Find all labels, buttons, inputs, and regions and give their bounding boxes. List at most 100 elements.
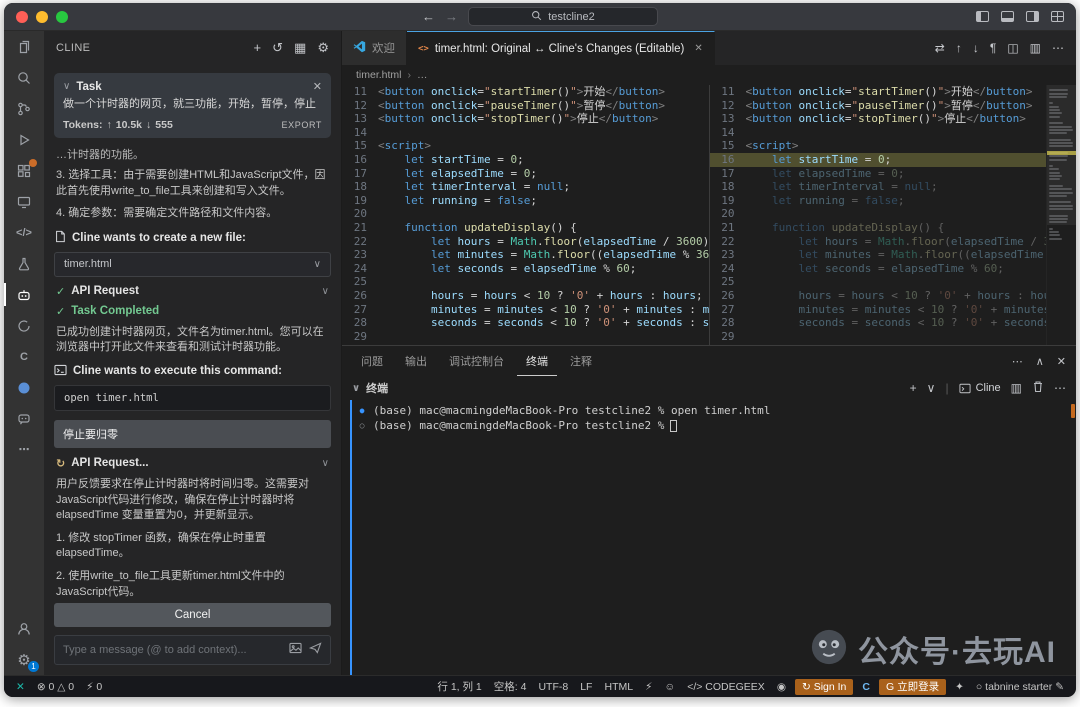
file-path-selector[interactable]: timer.html ∨ bbox=[54, 252, 331, 277]
breadcrumb-symbol[interactable]: … bbox=[417, 69, 428, 81]
breadcrumb[interactable]: timer.html › … bbox=[342, 65, 1076, 85]
panel-tab-调试控制台[interactable]: 调试控制台 bbox=[440, 346, 513, 376]
chat-robot-icon[interactable] bbox=[4, 403, 44, 434]
code-line[interactable]: 29 bbox=[342, 330, 709, 344]
code-line[interactable]: 11<button onclick="startTimer()">开始</but… bbox=[710, 85, 1077, 99]
remote-indicator[interactable]: ✕ bbox=[10, 676, 31, 698]
code-line[interactable]: 16 let startTime = 0; bbox=[710, 153, 1077, 167]
chevron-down-icon[interactable]: ∨ bbox=[63, 81, 70, 92]
api-request-row[interactable]: ✓ API Request ∨ bbox=[56, 285, 329, 298]
kill-terminal-icon[interactable] bbox=[1032, 380, 1044, 396]
minimize-window-button[interactable] bbox=[36, 11, 48, 23]
close-task-icon[interactable]: ✕ bbox=[313, 80, 322, 93]
code-line[interactable]: 14 bbox=[710, 126, 1077, 140]
more-actions-icon[interactable]: ⋯ bbox=[1052, 41, 1064, 55]
encoding[interactable]: UTF-8 bbox=[532, 676, 574, 698]
close-window-button[interactable] bbox=[16, 11, 28, 23]
code-line[interactable]: 23 let minutes = Math.floor((elapsedTime… bbox=[342, 248, 709, 262]
settings-gear-icon[interactable]: ⚙1 bbox=[4, 644, 44, 675]
gear-icon[interactable]: ⚙ bbox=[317, 40, 329, 56]
command-box[interactable]: open timer.html bbox=[54, 385, 331, 411]
feedback-smiley-icon[interactable]: ☺ bbox=[658, 676, 681, 698]
code-line[interactable]: 21 function updateDisplay() { bbox=[342, 221, 709, 235]
code-line[interactable]: 17 let elapsedTime = 0; bbox=[342, 167, 709, 181]
code-line[interactable]: 27 minutes = minutes < 10 ? '0' + minute… bbox=[342, 303, 709, 317]
new-terminal-icon[interactable]: + bbox=[910, 381, 917, 395]
command-decoration-icon[interactable]: ● bbox=[356, 403, 368, 418]
search-view-icon[interactable] bbox=[4, 62, 44, 93]
minimap[interactable] bbox=[1046, 85, 1076, 345]
panel-more-icon[interactable]: ⋯ bbox=[1012, 355, 1023, 368]
code-line[interactable]: 15<script> bbox=[342, 139, 709, 153]
assistant-icon[interactable]: ✦ bbox=[949, 676, 970, 698]
code-line[interactable]: 17 let elapsedTime = 0; bbox=[710, 167, 1077, 181]
code-line[interactable]: 24 let seconds = elapsedTime % 60; bbox=[710, 262, 1077, 276]
codegeex[interactable]: </> CODEGEEX bbox=[681, 676, 771, 698]
code-line[interactable]: 28 seconds = seconds < 10 ? '0' + second… bbox=[710, 316, 1077, 330]
diff-original-pane[interactable]: 11<button onclick="startTimer()">开始</but… bbox=[342, 85, 710, 345]
robot-icon[interactable]: ◉ bbox=[771, 676, 792, 698]
export-button[interactable]: EXPORT bbox=[282, 120, 322, 130]
command-decoration-icon[interactable]: ○ bbox=[356, 418, 368, 433]
message-input[interactable] bbox=[63, 644, 282, 656]
terminal-tab-cline[interactable]: Cline bbox=[959, 382, 1001, 394]
code-line[interactable]: 18 let timerInterval = null; bbox=[710, 180, 1077, 194]
code-line[interactable]: 26 hours = hours < 10 ? '0' + hours : ho… bbox=[710, 289, 1077, 303]
panel-tab-输出[interactable]: 输出 bbox=[396, 346, 436, 376]
source-control-icon[interactable] bbox=[4, 93, 44, 124]
terminal-dropdown-label[interactable]: 终端 bbox=[366, 380, 388, 396]
mcp-icon[interactable]: ▦ bbox=[294, 40, 306, 56]
code-line[interactable]: 19 let running = false; bbox=[710, 194, 1077, 208]
code-line[interactable]: 25 bbox=[710, 275, 1077, 289]
eol-sequence[interactable]: LF bbox=[574, 676, 598, 698]
api-request-running-row[interactable]: ↻ API Request... ∨ bbox=[56, 457, 329, 470]
code-line[interactable]: 26 hours = hours < 10 ? '0' + hours : ho… bbox=[342, 289, 709, 303]
continue-icon[interactable] bbox=[4, 310, 44, 341]
blue-dot-icon[interactable] bbox=[4, 372, 44, 403]
code-line[interactable]: 25 bbox=[342, 275, 709, 289]
ports[interactable]: ⚡ 0 bbox=[80, 676, 108, 698]
code-line[interactable]: 28 seconds = seconds < 10 ? '0' + second… bbox=[342, 316, 709, 330]
code-line[interactable]: 20 bbox=[710, 207, 1077, 221]
flask-icon[interactable] bbox=[4, 248, 44, 279]
code-line[interactable]: 14 bbox=[342, 126, 709, 140]
extensions-icon[interactable] bbox=[4, 155, 44, 186]
terminal-profile-chevron-icon[interactable]: ∨ bbox=[927, 381, 936, 395]
tab-diff-timer-html[interactable]: <> timer.html: Original ↔ Cline's Change… bbox=[407, 31, 715, 65]
sign-in[interactable]: ↻ Sign In bbox=[795, 679, 853, 695]
next-change-icon[interactable]: ↓ bbox=[973, 41, 979, 55]
cancel-button[interactable]: Cancel bbox=[54, 603, 331, 627]
code-line[interactable]: 16 let startTime = 0; bbox=[342, 153, 709, 167]
split-editor-icon[interactable]: ▥ bbox=[1030, 41, 1041, 55]
breadcrumb-file[interactable]: timer.html bbox=[356, 69, 402, 81]
login[interactable]: G 立即登录 bbox=[879, 679, 946, 695]
diff-modified-pane[interactable]: 11<button onclick="startTimer()">开始</but… bbox=[710, 85, 1077, 345]
back-icon[interactable]: ← bbox=[422, 9, 435, 24]
code-line[interactable]: 29 bbox=[710, 330, 1077, 344]
code-line[interactable]: 27 minutes = minutes < 10 ? '0' + minute… bbox=[710, 303, 1077, 317]
panel-tab-问题[interactable]: 问题 bbox=[352, 346, 392, 376]
zoom-window-button[interactable] bbox=[56, 11, 68, 23]
run-debug-icon[interactable] bbox=[4, 124, 44, 155]
code-line[interactable]: 15<script> bbox=[710, 139, 1077, 153]
forward-icon[interactable]: → bbox=[445, 9, 458, 24]
code-line[interactable]: 20 bbox=[342, 207, 709, 221]
toggle-panel-icon[interactable] bbox=[1001, 11, 1014, 22]
code-line[interactable]: 22 let hours = Math.floor(elapsedTime / … bbox=[342, 235, 709, 249]
code-line[interactable]: 22 let hours = Math.floor(elapsedTime / … bbox=[710, 235, 1077, 249]
toggle-secondary-sidebar-icon[interactable] bbox=[1026, 11, 1039, 22]
letter-c-icon[interactable]: C bbox=[4, 341, 44, 372]
problems[interactable]: ⊗ 0 △ 0 bbox=[31, 676, 80, 698]
previous-change-icon[interactable]: ↑ bbox=[956, 41, 962, 55]
cursor-position[interactable]: 行 1, 列 1 bbox=[431, 676, 487, 698]
letter-c[interactable]: C bbox=[856, 676, 876, 698]
whitespace-icon[interactable]: ¶ bbox=[990, 41, 996, 55]
terminal-scrollbar[interactable] bbox=[1067, 400, 1076, 675]
code-line[interactable]: 18 let timerInterval = null; bbox=[342, 180, 709, 194]
diff-editor[interactable]: 11<button onclick="startTimer()">开始</but… bbox=[342, 85, 1076, 345]
codegeex-icon[interactable]: </> bbox=[4, 217, 44, 248]
tab-welcome[interactable]: 欢迎 bbox=[342, 31, 407, 65]
close-tab-icon[interactable]: ✕ bbox=[694, 43, 702, 54]
send-icon[interactable] bbox=[309, 641, 322, 659]
code-line[interactable]: 21 function updateDisplay() { bbox=[710, 221, 1077, 235]
